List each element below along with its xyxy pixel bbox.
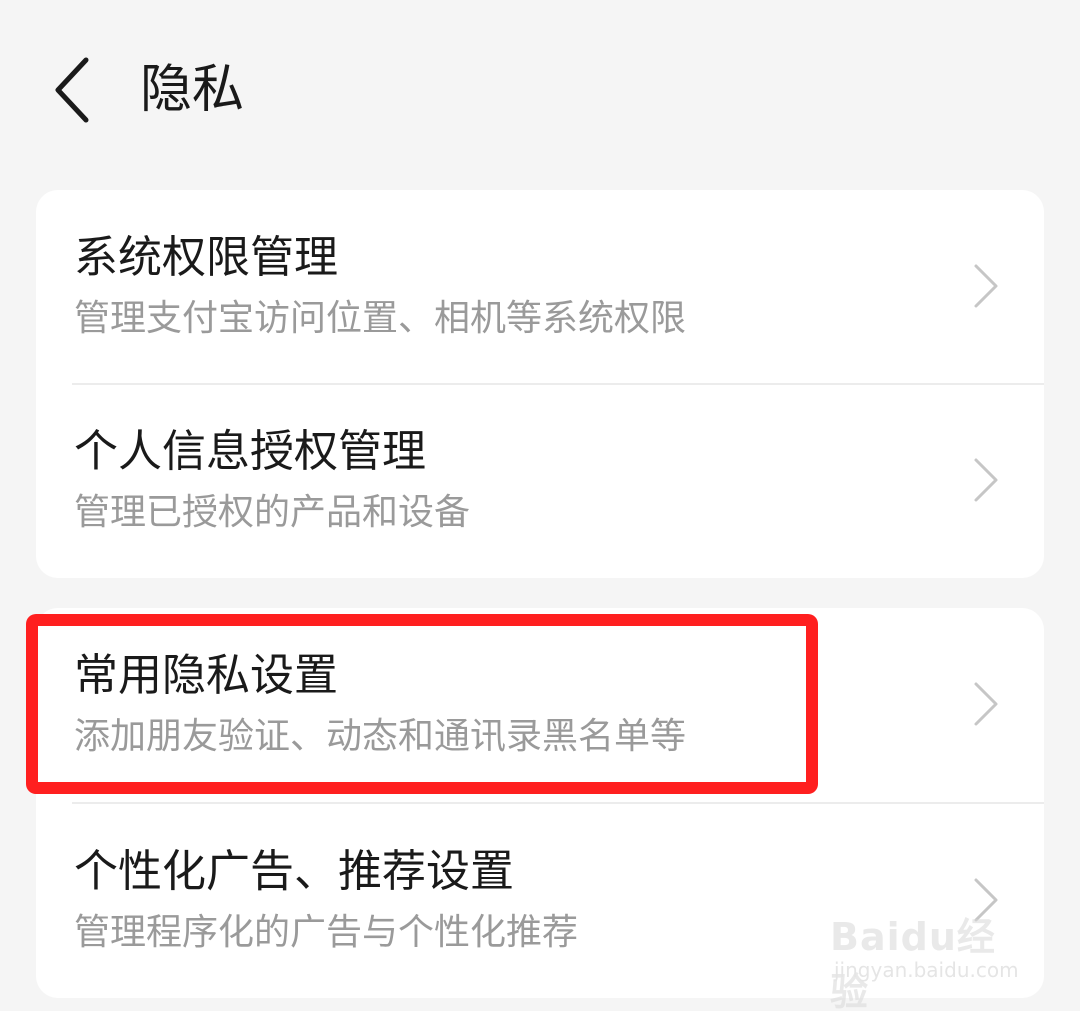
list-item-personalized-ads[interactable]: 个性化广告、推荐设置 管理程序化的广告与个性化推荐 xyxy=(36,804,1044,998)
list-item-subtitle: 管理程序化的广告与个性化推荐 xyxy=(74,912,579,953)
page-title: 隐私 xyxy=(140,60,245,120)
list-item-system-permissions[interactable]: 系统权限管理 管理支付宝访问位置、相机等系统权限 xyxy=(36,190,1044,384)
list-item-subtitle: 添加朋友验证、动态和通讯录黑名单等 xyxy=(74,716,687,757)
chevron-right-icon xyxy=(974,878,998,922)
top-bar: 隐私 xyxy=(0,0,1080,180)
chevron-left-icon xyxy=(55,57,89,123)
list-item-title: 系统权限管理 xyxy=(74,232,338,283)
settings-group-1: 系统权限管理 管理支付宝访问位置、相机等系统权限 个人信息授权管理 管理已授权的… xyxy=(36,190,1044,578)
list-item-subtitle: 管理已授权的产品和设备 xyxy=(74,492,471,533)
back-button[interactable] xyxy=(40,52,110,128)
settings-group-2: 常用隐私设置 添加朋友验证、动态和通讯录黑名单等 个性化广告、推荐设置 管理程序… xyxy=(36,608,1044,998)
list-item-personal-info-authorization[interactable]: 个人信息授权管理 管理已授权的产品和设备 xyxy=(36,384,1044,578)
privacy-settings-page: 隐私 系统权限管理 管理支付宝访问位置、相机等系统权限 个人信息授权管理 管理已… xyxy=(0,0,1080,1011)
list-item-title: 个性化广告、推荐设置 xyxy=(74,846,514,897)
chevron-right-icon xyxy=(974,264,998,308)
chevron-right-icon xyxy=(974,458,998,502)
list-item-title: 常用隐私设置 xyxy=(74,650,338,701)
list-item-subtitle: 管理支付宝访问位置、相机等系统权限 xyxy=(74,298,687,339)
list-item-title: 个人信息授权管理 xyxy=(74,426,426,477)
list-item-common-privacy-settings[interactable]: 常用隐私设置 添加朋友验证、动态和通讯录黑名单等 xyxy=(36,608,1044,802)
chevron-right-icon xyxy=(974,682,998,726)
